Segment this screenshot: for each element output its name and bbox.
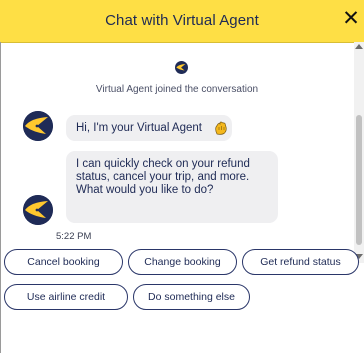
use-airline-credit-button[interactable]: Use airline credit <box>4 284 128 310</box>
chat-header: Chat with Virtual Agent ✕ <box>0 0 364 43</box>
message-timestamp: 5:22 PM <box>56 231 92 242</box>
agent-joined-notice: Virtual Agent joined the conversation <box>95 84 259 95</box>
message-text: Hi, I'm your Virtual Agent <box>76 122 202 134</box>
agent-avatar-icon <box>23 111 53 141</box>
scrollbar[interactable] <box>354 42 364 263</box>
close-button[interactable]: ✕ <box>340 8 362 32</box>
message-bubble: I can quickly check on your refund statu… <box>66 151 278 223</box>
chat-title: Chat with Virtual Agent <box>105 12 259 29</box>
change-booking-button[interactable]: Change booking <box>128 249 237 275</box>
get-refund-status-button[interactable]: Get refund status <box>242 249 359 275</box>
agent-avatar-icon <box>23 195 53 225</box>
waving-hand-emoji-icon <box>214 121 228 135</box>
scroll-thumb[interactable] <box>356 115 362 245</box>
message-text: I can quickly check on your refund statu… <box>76 158 250 196</box>
agent-logo-icon <box>175 61 188 74</box>
do-something-else-button[interactable]: Do something else <box>133 284 250 310</box>
scroll-up-arrow-icon[interactable] <box>355 44 363 49</box>
message-bubble: Hi, I'm your Virtual Agent <box>66 115 232 141</box>
cancel-booking-button[interactable]: Cancel booking <box>4 249 123 275</box>
chat-window: Chat with Virtual Agent ✕ Virtual Agent … <box>0 0 364 353</box>
